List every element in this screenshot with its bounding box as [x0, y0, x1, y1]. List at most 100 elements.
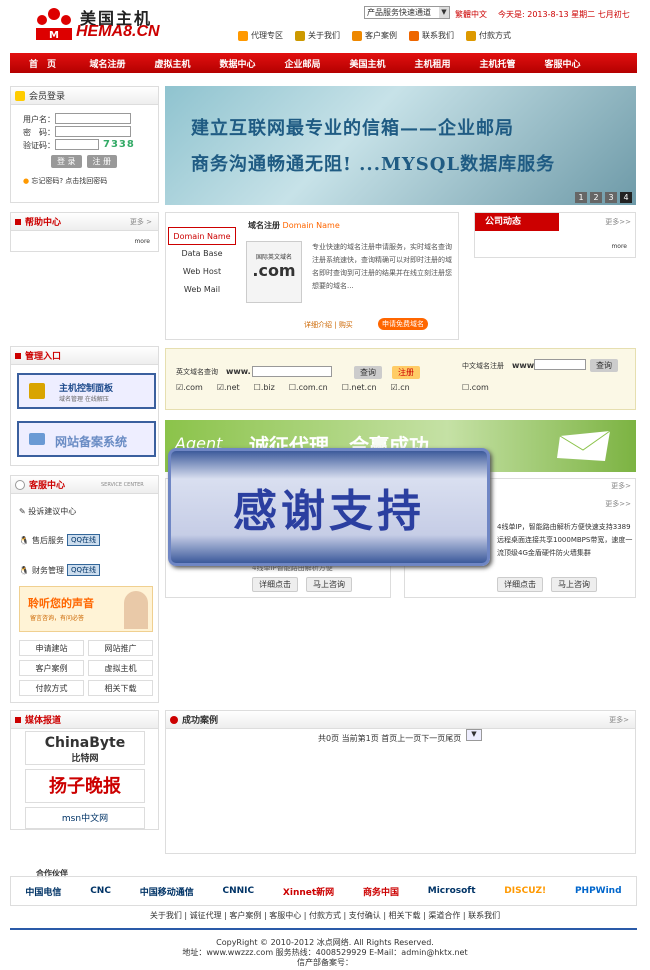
partner-logo[interactable]: Xinnet新网 — [283, 885, 334, 898]
username-input[interactable] — [55, 113, 131, 124]
product-right-consult-button[interactable]: 马上咨询 — [551, 577, 597, 592]
tld-comcn[interactable]: ☐.com.cn — [289, 383, 328, 392]
product-left-detail-button[interactable]: 详细点击 — [252, 577, 298, 592]
banner-page[interactable]: 3 — [605, 192, 617, 203]
chinabyte-logo[interactable]: ChinaByte 比特网 — [25, 731, 145, 765]
admin-header: 管理入口 — [11, 347, 158, 365]
password-input[interactable] — [55, 126, 131, 137]
nav-mail[interactable]: 企业邮局 — [270, 57, 335, 70]
footer-divider — [10, 928, 637, 930]
service-link[interactable]: 相关下载 — [88, 680, 153, 696]
qq-online-button[interactable]: QQ在线 — [66, 564, 100, 576]
cn-domain-input[interactable] — [534, 359, 586, 370]
service-link[interactable]: 申请建站 — [19, 640, 84, 656]
partner-logo[interactable]: 商务中国 — [363, 885, 399, 898]
product-more-link[interactable]: 更多> — [611, 481, 631, 491]
company-more-link[interactable]: 更多>> — [605, 217, 631, 227]
captcha-input[interactable] — [55, 139, 99, 150]
detail-link[interactable]: 详细介绍 — [304, 321, 332, 329]
agent-avatar — [124, 591, 148, 629]
top-link-agent[interactable]: 代理专区 — [238, 30, 283, 41]
nav-us-host[interactable]: 美国主机 — [335, 57, 400, 70]
voice-banner[interactable]: 聆听您的声音 留言咨询，有问必答 — [19, 586, 153, 632]
top-link-contact[interactable]: 联系我们 — [409, 30, 454, 41]
page-select[interactable]: ▼ — [466, 729, 482, 741]
top-link-cases[interactable]: 客户案例 — [352, 30, 397, 41]
tab-domain-name[interactable]: Domain Name — [168, 227, 236, 245]
product-select[interactable]: 产品服务快速通道 ▼ — [364, 6, 450, 19]
cases-pager[interactable]: 共0页 当前第1页 首页上一页下一页尾页 — [318, 733, 461, 744]
partner-logo[interactable]: CNC — [90, 886, 111, 896]
control-panel-sub: 域名管理 在线解压 — [59, 396, 109, 403]
control-panel-button[interactable]: 主机控制面板 域名管理 在线解压 — [17, 373, 156, 409]
login-button[interactable]: 登 录 — [51, 155, 82, 168]
nav-vhost[interactable]: 虚拟主机 — [140, 57, 205, 70]
banner-page[interactable]: 2 — [590, 192, 602, 203]
en-query-button[interactable]: 查询 — [354, 366, 382, 379]
nav-domain[interactable]: 域名注册 — [75, 57, 140, 70]
complain-link[interactable]: ✎ 投诉建议中心 — [19, 506, 76, 517]
help-more-inner[interactable]: more — [134, 238, 150, 245]
nav-colo[interactable]: 主机托管 — [465, 57, 530, 70]
voice-title: 聆听您的声音 — [28, 597, 94, 610]
partner-logo[interactable]: Microsoft — [428, 886, 476, 896]
service-link[interactable]: 虚拟主机 — [88, 660, 153, 676]
register-button[interactable]: 注 册 — [86, 155, 118, 168]
banner[interactable]: 建立互联网最专业的信箱——企业邮局 商务沟通畅通无阻! ...MYSQL数据库服… — [165, 86, 636, 205]
tld-cn[interactable]: ☑.cn — [391, 383, 410, 392]
lang-link[interactable]: 繁體中文 — [455, 9, 487, 20]
logo-icon[interactable]: M — [34, 6, 74, 42]
tab-webhost[interactable]: Web Host — [168, 263, 236, 281]
service-links: 申请建站 网站推广 客户案例 虚拟主机 付款方式 相关下载 — [19, 640, 153, 696]
service-link[interactable]: 客户案例 — [19, 660, 84, 676]
banner-page[interactable]: 4 — [620, 192, 632, 203]
yangzi-logo[interactable]: 扬子晚报 — [25, 769, 145, 803]
tld-biz[interactable]: ☐.biz — [254, 383, 275, 392]
help-more-link[interactable]: 更多 > — [130, 217, 152, 227]
product-right-detail-button[interactable]: 详细点击 — [497, 577, 543, 592]
domain-search: 英文域名查询 www. 查询 注册 ☑.com ☑.net ☐.biz ☐.co… — [165, 348, 636, 410]
sales-label: 售后服务 — [31, 535, 64, 545]
captcha-image[interactable]: 7338 — [103, 139, 135, 150]
service-title: 客服中心 — [29, 481, 66, 491]
cn-query-button[interactable]: 查询 — [590, 359, 618, 372]
media-title: 媒体报道 — [25, 716, 62, 726]
nav-rent[interactable]: 主机租用 — [400, 57, 465, 70]
partner-logo[interactable]: DISCUZ! — [504, 886, 546, 896]
forgot-link[interactable]: ● 忘记密码? 点击找回密码 — [23, 176, 107, 186]
top-link-payment[interactable]: 付款方式 — [466, 30, 511, 41]
record-system-button[interactable]: 网站备案系统 — [17, 421, 156, 457]
partner-logo[interactable]: 中国移动通信 — [140, 885, 194, 898]
footer-links[interactable]: 关于我们 | 诚征代理 | 客户案例 | 客服中心 | 付款方式 | 支付确认 … — [0, 910, 650, 921]
tld-net[interactable]: ☑.net — [217, 383, 240, 392]
en-register-button[interactable]: 注册 — [392, 366, 420, 379]
cn-tld-com[interactable]: ☐.com — [462, 383, 489, 392]
arrow-icon — [170, 715, 178, 724]
partner-logo[interactable]: CNNIC — [223, 886, 255, 896]
partner-logo[interactable]: 中国电信 — [25, 885, 61, 898]
nav-home[interactable]: 首 页 — [10, 57, 75, 70]
en-domain-input[interactable] — [252, 366, 332, 377]
product-left-consult-button[interactable]: 马上咨询 — [306, 577, 352, 592]
cases-more-link[interactable]: 更多> — [609, 715, 629, 725]
nav-datacenter[interactable]: 数据中心 — [205, 57, 270, 70]
qq-online-button[interactable]: QQ在线 — [66, 534, 100, 546]
tld-netcn[interactable]: ☐.net.cn — [342, 383, 377, 392]
partner-logo[interactable]: PHPWind — [575, 886, 622, 896]
msn-logo[interactable]: msn中文网 — [25, 807, 145, 829]
service-link[interactable]: 网站推广 — [88, 640, 153, 656]
free-domain-button[interactable]: 申请免费域名 — [378, 318, 428, 330]
tab-webmail[interactable]: Web Mail — [168, 281, 236, 299]
buy-link[interactable]: 购买 — [339, 321, 353, 329]
square-icon — [15, 352, 21, 359]
top-link-about[interactable]: 关于我们 — [295, 30, 340, 41]
nav-service[interactable]: 客服中心 — [530, 57, 595, 70]
product-more-link-2[interactable]: 更多>> — [605, 499, 631, 509]
company-more-inner[interactable]: more — [611, 243, 627, 250]
tld-com[interactable]: ☑.com — [176, 383, 203, 392]
admin-title: 管理入口 — [25, 352, 62, 362]
cases-header: 成功案例 更多> — [166, 711, 635, 729]
service-link[interactable]: 付款方式 — [19, 680, 84, 696]
banner-page[interactable]: 1 — [575, 192, 587, 203]
tab-database[interactable]: Data Base — [168, 245, 236, 263]
